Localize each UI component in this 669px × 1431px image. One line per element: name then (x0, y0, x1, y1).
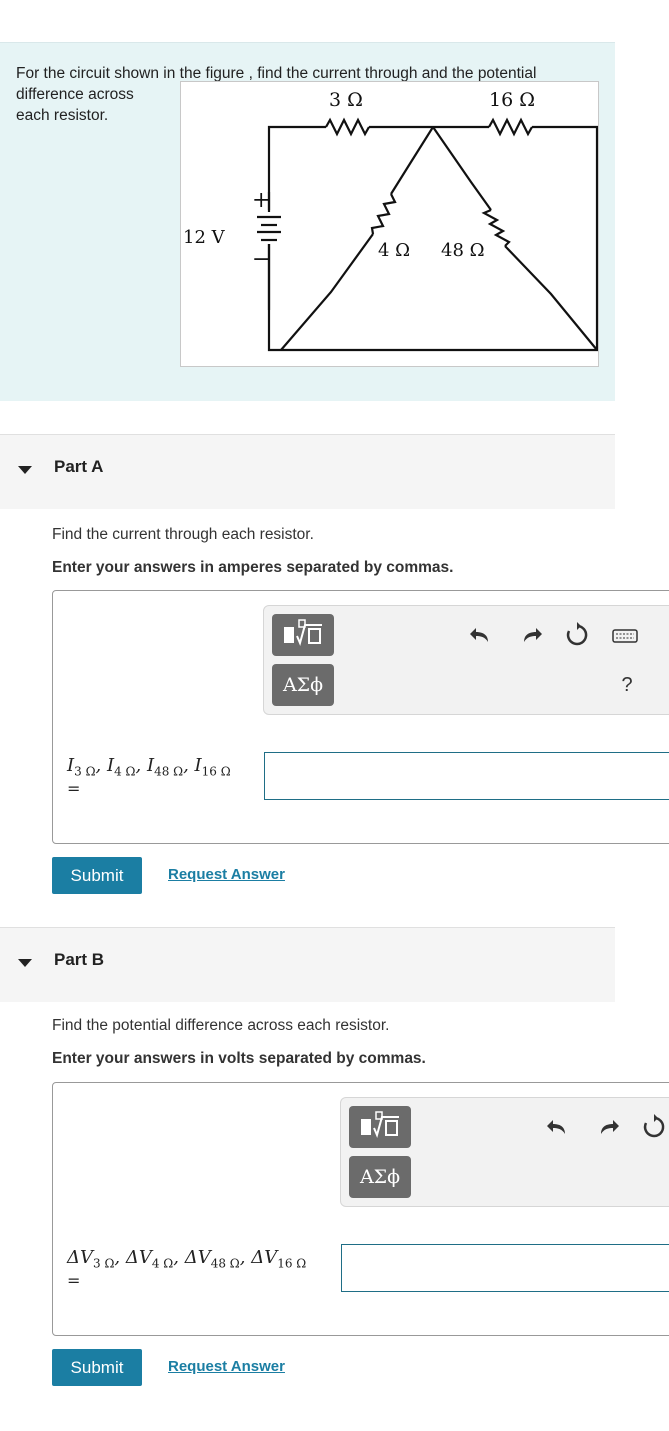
part-b-instruction: Find the potential difference across eac… (52, 1017, 390, 1034)
templates-button[interactable] (272, 614, 334, 656)
math-toolbar: ΑΣϕ ? (263, 605, 669, 715)
battery-minus: − (252, 247, 270, 272)
symbols-button[interactable]: ΑΣϕ (272, 664, 334, 706)
caret-down-icon[interactable] (18, 466, 32, 474)
part-b-instruction-bold: Enter your answers in volts separated by… (52, 1050, 426, 1067)
part-a-answer-box: ΑΣϕ ? I3 Ω, I4 Ω, I48 Ω, I16 Ω = (52, 590, 669, 844)
r16-label: 16 Ω (489, 89, 535, 111)
part-a-instruction-bold: Enter your answers in amperes separated … (52, 559, 454, 576)
battery-label: 12 V (183, 227, 226, 248)
battery-plus: + (252, 188, 270, 213)
math-toolbar: ΑΣϕ (340, 1097, 669, 1207)
r3-label: 3 Ω (329, 89, 363, 111)
part-b-header[interactable]: Part B (0, 927, 615, 1002)
part-b-equals: = (67, 1271, 81, 1290)
help-icon[interactable]: ? (614, 672, 640, 698)
templates-button[interactable] (349, 1106, 411, 1148)
redo-icon[interactable] (518, 622, 544, 648)
caret-down-icon[interactable] (18, 959, 32, 967)
part-b-answer-input[interactable] (341, 1244, 669, 1292)
part-a-answer-label: I3 Ω, I4 Ω, I48 Ω, I16 Ω (67, 755, 231, 779)
r4-label: 4 Ω (378, 240, 410, 261)
part-b-answer-box: ΑΣϕ ΔV3 Ω, ΔV4 Ω, ΔV48 Ω, ΔV16 Ω = (52, 1082, 669, 1336)
circuit-diagram: + − 12 V 3 Ω 16 Ω 4 Ω 48 Ω (183, 89, 599, 352)
redo-icon[interactable] (595, 1114, 621, 1140)
undo-icon[interactable] (468, 622, 494, 648)
reset-icon[interactable] (564, 622, 590, 648)
part-a-request-answer-link[interactable]: Request Answer (168, 866, 285, 883)
part-a-submit-button[interactable]: Submit (52, 857, 142, 894)
symbols-button[interactable]: ΑΣϕ (349, 1156, 411, 1198)
part-a-title: Part A (54, 457, 104, 476)
part-b-request-answer-link[interactable]: Request Answer (168, 1358, 285, 1375)
part-a-header[interactable]: Part A (0, 434, 615, 509)
part-b-submit-button[interactable]: Submit (52, 1349, 142, 1386)
part-a-instruction: Find the current through each resistor. (52, 526, 314, 543)
templates-icon (284, 619, 322, 647)
problem-statement: For the circuit shown in the figure , fi… (0, 42, 615, 401)
templates-icon (361, 1111, 399, 1139)
r48-label: 48 Ω (441, 240, 485, 261)
part-b-answer-label: ΔV3 Ω, ΔV4 Ω, ΔV48 Ω, ΔV16 Ω (67, 1247, 307, 1271)
part-a-answer-input[interactable] (264, 752, 669, 800)
part-a-equals: = (67, 779, 81, 798)
undo-icon[interactable] (545, 1114, 571, 1140)
keyboard-icon[interactable] (612, 622, 638, 648)
reset-icon[interactable] (641, 1114, 667, 1140)
part-b-title: Part B (54, 950, 105, 969)
circuit-figure: + − 12 V 3 Ω 16 Ω 4 Ω 48 Ω (180, 81, 599, 367)
